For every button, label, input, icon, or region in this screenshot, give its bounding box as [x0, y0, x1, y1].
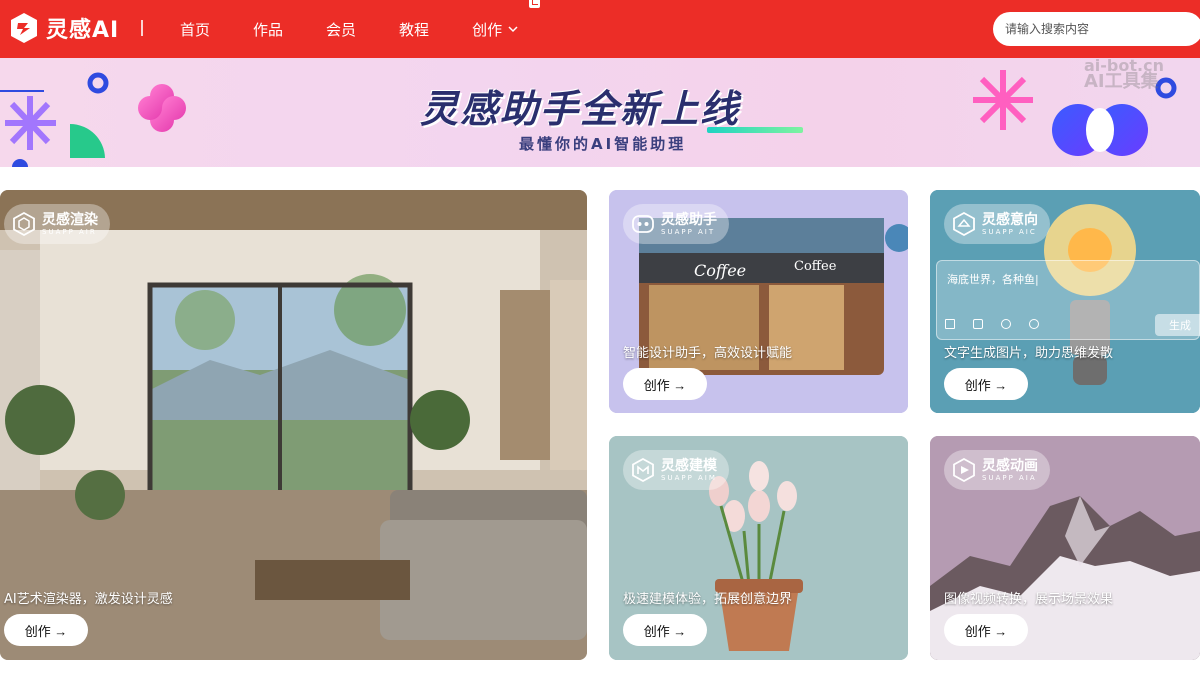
- assistant-icon: [632, 215, 654, 233]
- create-button[interactable]: 创作 →: [623, 368, 707, 400]
- prompt-input[interactable]: 海底世界，各种鱼|: [947, 271, 1039, 287]
- card-animation[interactable]: 灵感动画 SUAPP AIA 图像视频转换，展示场景效果 创作 →: [930, 436, 1200, 660]
- logo[interactable]: 灵感AI: [8, 12, 119, 44]
- banner-title: 灵感助手全新上线: [420, 87, 741, 131]
- card-description: 文字生成图片，助力思维发散: [944, 346, 1114, 361]
- nav-item-membership[interactable]: 会员: [326, 19, 356, 40]
- logo-text: 灵感AI: [46, 18, 120, 43]
- nav-label: 首页: [180, 20, 211, 39]
- logo-icon: [11, 13, 37, 43]
- card-subtitle: SUAPP AIC: [982, 227, 1037, 236]
- intent-icon: [953, 212, 975, 236]
- image-icon[interactable]: [973, 319, 983, 329]
- card-render[interactable]: 灵感渲染 SUAPP AIR AI艺术渲染器，激发设计灵感 创作 →: [0, 190, 587, 660]
- nav-item-works[interactable]: 作品: [253, 19, 283, 40]
- nav-item-create[interactable]: 创作: [472, 0, 541, 40]
- model-icon: [632, 458, 654, 482]
- card-badge: 灵感渲染 SUAPP AIR: [4, 204, 110, 244]
- generate-button[interactable]: 生成: [1155, 314, 1200, 336]
- card-description: AI艺术渲染器，激发设计灵感: [4, 592, 173, 607]
- card-title: 灵感建模: [661, 457, 717, 474]
- card-subtitle: SUAPP AIT: [661, 227, 716, 236]
- new-flag-icon: [529, 0, 541, 8]
- emoji-icon[interactable]: [1001, 319, 1011, 329]
- card-intent[interactable]: 灵感意向 SUAPP AIC 海底世界，各种鱼| 生成 文字生成图片，助力思维发散…: [930, 190, 1200, 413]
- render-icon: [13, 212, 35, 236]
- animation-icon: [953, 458, 975, 482]
- card-subtitle: SUAPP AIA: [982, 473, 1037, 482]
- nav-item-tutorial[interactable]: 教程: [399, 19, 429, 40]
- card-badge: 灵感动画 SUAPP AIA: [944, 450, 1050, 490]
- card-badge: 灵感助手 SUAPP AIT: [623, 204, 729, 244]
- card-description: 图像视频转换，展示场景效果: [944, 592, 1114, 607]
- nav-label: 作品: [253, 20, 284, 39]
- card-title: 灵感助手: [661, 211, 717, 228]
- card-badge: 灵感建模 SUAPP AIM: [623, 450, 729, 490]
- search-input[interactable]: [993, 12, 1200, 46]
- book-icon[interactable]: [945, 319, 955, 329]
- card-description: 极速建模体验，拓展创意边界: [623, 592, 793, 607]
- card-subtitle: SUAPP AIM: [661, 473, 717, 482]
- target-icon[interactable]: [1029, 319, 1039, 329]
- prompt-tools: [945, 319, 1039, 329]
- watermark-line2: AI工具集: [1084, 71, 1159, 92]
- banner-subtitle: 最懂你的AI智能助理: [519, 135, 687, 153]
- nav-label: 会员: [326, 20, 357, 39]
- nav-label: 教程: [399, 20, 430, 39]
- svg-text:Coffee: Coffee: [694, 261, 746, 280]
- svg-text:Coffee: Coffee: [794, 259, 837, 274]
- card-description: 智能设计助手，高效设计赋能: [623, 346, 793, 361]
- main-nav: 首页 作品 会员 教程 创作: [180, 0, 561, 58]
- card-assistant[interactable]: Coffee Coffee 灵感助手 SUAPP AIT 智能设计助手，高效设计赋…: [609, 190, 908, 413]
- card-subtitle: SUAPP AIR: [42, 227, 97, 236]
- watermark: ai-bot.cn AI工具集: [1040, 58, 1200, 98]
- top-header: 灵感AI 首页 作品 会员 教程 创作: [0, 0, 1200, 58]
- card-model[interactable]: 灵感建模 SUAPP AIM 极速建模体验，拓展创意边界 创作 →: [609, 436, 908, 660]
- create-button[interactable]: 创作 →: [944, 368, 1028, 400]
- card-title: 灵感动画: [982, 457, 1038, 474]
- banner-underline: [707, 127, 803, 133]
- prompt-panel: 海底世界，各种鱼| 生成: [936, 260, 1200, 340]
- create-button[interactable]: 创作 →: [944, 614, 1028, 646]
- card-badge: 灵感意向 SUAPP AIC: [944, 204, 1050, 244]
- create-button[interactable]: 创作 →: [4, 614, 88, 646]
- nav-item-home[interactable]: 首页: [180, 19, 210, 40]
- promo-banner[interactable]: 灵感助手全新上线 最懂你的AI智能助理 ai-bot.cn AI工具集: [0, 58, 1200, 167]
- header-divider: [141, 20, 143, 36]
- card-title: 灵感渲染: [42, 211, 98, 228]
- create-button[interactable]: 创作 →: [623, 614, 707, 646]
- nav-label: 创作: [472, 20, 503, 39]
- card-title: 灵感意向: [982, 211, 1038, 228]
- chevron-down-icon: [508, 26, 518, 33]
